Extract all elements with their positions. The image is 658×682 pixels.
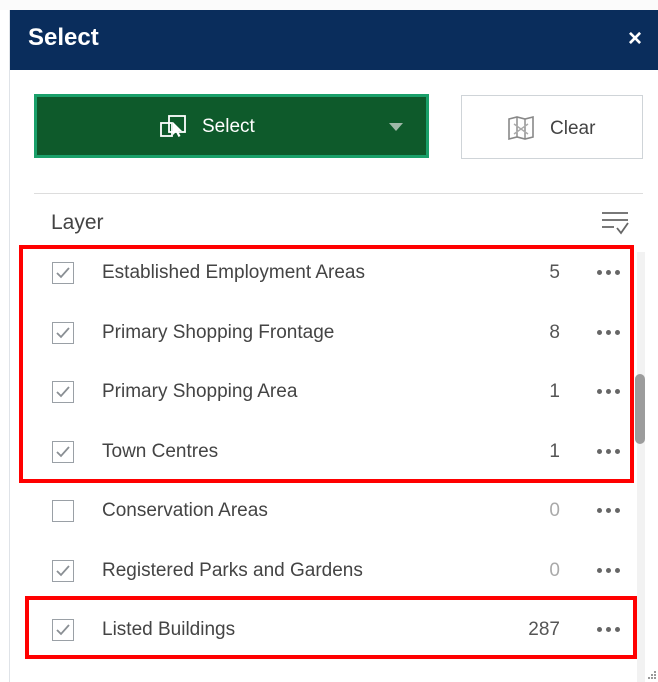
layer-row[interactable]: Listed Buildings 287 — [34, 600, 628, 659]
panel-title: Select — [28, 24, 99, 51]
chevron-down-icon[interactable] — [389, 123, 403, 131]
layer-checkbox[interactable] — [52, 381, 74, 403]
layer-checkbox[interactable] — [52, 441, 74, 463]
clear-button-label: Clear — [550, 118, 596, 139]
layer-checkbox[interactable] — [52, 262, 74, 284]
clear-button[interactable]: Clear — [461, 95, 643, 159]
layer-count: 8 — [549, 322, 560, 343]
checkmark-icon — [56, 446, 70, 458]
select-by-rectangle-icon — [160, 115, 186, 137]
panel-titlebar: Select × — [10, 10, 658, 70]
top-strip — [0, 0, 658, 10]
checkmark-icon — [56, 386, 70, 398]
more-options-icon[interactable] — [592, 439, 628, 461]
clear-selection-icon — [508, 115, 534, 141]
layer-name: Town Centres — [102, 441, 219, 462]
layer-row[interactable]: Conservation Areas 0 — [34, 481, 628, 540]
layer-count: 0 — [549, 560, 560, 581]
layer-checkbox[interactable] — [52, 322, 74, 344]
more-options-icon[interactable] — [592, 498, 628, 520]
scrollbar-thumb[interactable] — [635, 374, 645, 444]
divider — [34, 193, 643, 194]
filter-list-icon[interactable] — [600, 208, 630, 238]
layer-count: 1 — [549, 441, 560, 462]
scrollbar-track[interactable] — [637, 252, 645, 682]
layer-checkbox[interactable] — [52, 619, 74, 641]
layer-row[interactable]: Registered Parks and Gardens 0 — [34, 541, 628, 600]
select-panel: Select × Select Clear Layer Established … — [9, 10, 658, 682]
checkmark-icon — [56, 624, 70, 636]
layer-count: 5 — [549, 262, 560, 283]
more-options-icon[interactable] — [592, 617, 628, 639]
layer-name: Registered Parks and Gardens — [102, 560, 363, 581]
select-button[interactable]: Select — [34, 94, 429, 158]
select-button-label: Select — [202, 116, 255, 137]
more-options-icon[interactable] — [592, 379, 628, 401]
layer-row[interactable]: Primary Shopping Frontage 8 — [34, 303, 628, 362]
more-options-icon[interactable] — [592, 320, 628, 342]
resize-handle-icon[interactable] — [647, 670, 657, 680]
layer-name: Primary Shopping Frontage — [102, 322, 335, 343]
checkmark-icon — [56, 565, 70, 577]
layer-checkbox[interactable] — [52, 500, 74, 522]
layer-name: Listed Buildings — [102, 619, 236, 640]
layer-row[interactable]: Town Centres 1 — [34, 422, 628, 481]
layer-count: 1 — [549, 381, 560, 402]
checkmark-icon — [56, 327, 70, 339]
layer-count: 0 — [549, 500, 560, 521]
more-options-icon[interactable] — [592, 260, 628, 282]
layer-name: Conservation Areas — [102, 500, 268, 521]
layer-column-header: Layer — [51, 211, 104, 234]
layer-row[interactable]: Established Employment Areas 5 — [34, 243, 628, 302]
more-options-icon[interactable] — [592, 558, 628, 580]
close-icon[interactable]: × — [623, 27, 647, 51]
layer-name: Established Employment Areas — [102, 262, 365, 283]
checkmark-icon — [56, 267, 70, 279]
layer-row[interactable]: Primary Shopping Area 1 — [34, 362, 628, 421]
layer-name: Primary Shopping Area — [102, 381, 298, 402]
layer-count: 287 — [528, 619, 560, 640]
layer-checkbox[interactable] — [52, 560, 74, 582]
